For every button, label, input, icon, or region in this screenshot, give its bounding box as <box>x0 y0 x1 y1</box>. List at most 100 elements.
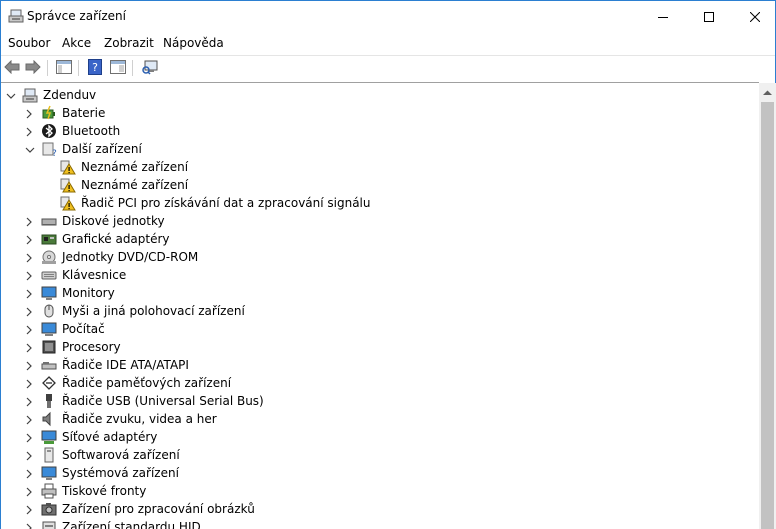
category-item[interactable]: Řadiče IDE ATA/ATAPI <box>1 356 741 374</box>
chevron-down-icon[interactable] <box>25 144 35 154</box>
category-item[interactable]: Síťové adaptéry <box>1 428 741 446</box>
display-adapter-icon <box>41 231 57 247</box>
tree-item-label: Bluetooth <box>62 124 121 138</box>
chevron-right-icon[interactable] <box>25 342 34 353</box>
category-item[interactable]: Jednotky DVD/CD-ROM <box>1 248 741 266</box>
device-item[interactable]: Řadič PCI pro získávání dat a zpracování… <box>1 194 741 212</box>
chevron-right-icon[interactable] <box>25 252 34 263</box>
chevron-right-icon[interactable] <box>25 378 34 389</box>
system-device-icon <box>41 465 57 481</box>
tree-item-label: Jednotky DVD/CD-ROM <box>62 250 199 264</box>
category-item[interactable]: Řadiče paměťových zařízení <box>1 374 741 392</box>
back-button[interactable] <box>3 59 21 77</box>
chevron-right-icon[interactable] <box>25 414 34 425</box>
toolbar-separator <box>78 60 79 76</box>
battery-icon <box>41 105 57 121</box>
menu-akce[interactable]: Akce <box>62 36 91 50</box>
category-item[interactable]: Baterie <box>1 104 741 122</box>
tree-item-label: Softwarová zařízení <box>62 448 180 462</box>
chevron-right-icon[interactable] <box>25 216 34 227</box>
chevron-right-icon[interactable] <box>25 270 34 281</box>
category-item[interactable]: Softwarová zařízení <box>1 446 741 464</box>
forward-button[interactable] <box>24 59 42 77</box>
category-item[interactable]: Bluetooth <box>1 122 741 140</box>
category-item[interactable]: Řadiče zvuku, videa a her <box>1 410 741 428</box>
hid-device-icon <box>41 519 57 529</box>
scroll-up-button[interactable] <box>759 83 776 100</box>
speaker-icon <box>41 411 57 427</box>
maximize-button[interactable] <box>686 1 732 32</box>
device-tree: Zdenduv Baterie Bluetooth? Další zařízení N… <box>1 82 759 529</box>
other-devices-icon: ? <box>41 141 57 159</box>
tree-root[interactable]: Zdenduv <box>1 86 741 104</box>
properties-view-button[interactable] <box>109 59 127 77</box>
chevron-down-icon[interactable] <box>6 90 16 100</box>
chevron-right-icon[interactable] <box>25 486 34 497</box>
category-item[interactable]: Zařízení pro zpracování obrázků <box>1 500 741 518</box>
category-item[interactable]: ? Další zařízení <box>1 140 741 159</box>
category-item[interactable]: Systémová zařízení <box>1 464 741 482</box>
tree-item-label: Zařízení pro zpracování obrázků <box>62 502 255 516</box>
chevron-right-icon[interactable] <box>25 360 34 371</box>
help-icon: ? <box>88 58 102 78</box>
tree-item-label: Řadič PCI pro získávání dat a zpracování… <box>81 196 371 210</box>
menu-zobrazit[interactable]: Zobrazit <box>104 36 154 50</box>
chevron-right-icon[interactable] <box>25 126 34 137</box>
category-item[interactable]: Zařízení standardu HID <box>1 518 741 529</box>
chevron-right-icon[interactable] <box>25 522 34 529</box>
device-item[interactable]: Neznámé zařízení <box>1 158 741 176</box>
chevron-right-icon[interactable] <box>25 306 34 317</box>
chevron-right-icon[interactable] <box>25 468 34 479</box>
tree-item-label: Řadiče USB (Universal Serial Bus) <box>62 394 264 408</box>
menu-soubor[interactable]: Soubor <box>8 36 50 50</box>
category-item[interactable]: Počítač <box>1 320 741 338</box>
software-device-icon <box>41 447 57 463</box>
scrollbar-thumb[interactable] <box>761 102 774 529</box>
keyboard-icon <box>41 267 57 283</box>
unknown-device-warning-icon <box>60 177 76 193</box>
tree-item-label: Monitory <box>62 286 115 300</box>
show-hide-console-tree-button[interactable] <box>55 59 73 77</box>
chevron-right-icon[interactable] <box>25 432 34 443</box>
dvd-drive-icon <box>41 249 57 265</box>
vertical-scrollbar[interactable] <box>759 83 776 529</box>
close-button[interactable] <box>732 1 776 32</box>
tree-item-label: Grafické adaptéry <box>62 232 170 246</box>
chevron-right-icon[interactable] <box>25 288 34 299</box>
category-item[interactable]: Diskové jednotky <box>1 212 741 230</box>
usb-icon <box>41 393 57 409</box>
imaging-device-icon <box>41 501 57 517</box>
tree-item-label: Řadiče paměťových zařízení <box>62 376 232 390</box>
tree-root-label: Zdenduv <box>43 88 97 102</box>
storage-controller-icon <box>41 375 57 391</box>
chevron-right-icon[interactable] <box>25 108 34 119</box>
mouse-icon <box>41 303 57 319</box>
chevron-right-icon[interactable] <box>25 396 34 407</box>
help-button[interactable]: ? <box>86 58 104 78</box>
category-item[interactable]: Tiskové fronty <box>1 482 741 500</box>
scan-hardware-icon <box>142 59 158 78</box>
menu-bar: Soubor Akce Zobrazit Nápověda <box>1 32 775 54</box>
tree-item-label: Další zařízení <box>62 142 142 156</box>
device-item[interactable]: Neznámé zařízení <box>1 176 741 194</box>
bluetooth-icon <box>41 123 57 139</box>
network-adapter-icon <box>41 429 57 445</box>
category-item[interactable]: Řadiče USB (Universal Serial Bus) <box>1 392 741 410</box>
tree-item-label: Baterie <box>62 106 106 120</box>
tree-item-label: Řadiče zvuku, videa a her <box>62 412 217 426</box>
chevron-right-icon[interactable] <box>25 324 34 335</box>
chevron-right-icon[interactable] <box>25 450 34 461</box>
toolbar-separator <box>132 60 133 76</box>
scan-hardware-button[interactable] <box>141 59 159 77</box>
category-item[interactable]: Monitory <box>1 284 741 302</box>
chevron-right-icon[interactable] <box>25 504 34 515</box>
category-item[interactable]: Grafické adaptéry <box>1 230 741 248</box>
tree-item-label: Neznámé zařízení <box>81 160 189 174</box>
toolbar-separator <box>47 60 48 76</box>
minimize-button[interactable] <box>640 1 686 32</box>
category-item[interactable]: Klávesnice <box>1 266 741 284</box>
chevron-right-icon[interactable] <box>25 234 34 245</box>
menu-napoveda[interactable]: Nápověda <box>163 36 224 50</box>
category-item[interactable]: Myši a jiná polohovací zařízení <box>1 302 741 320</box>
category-item[interactable]: Procesory <box>1 338 741 356</box>
